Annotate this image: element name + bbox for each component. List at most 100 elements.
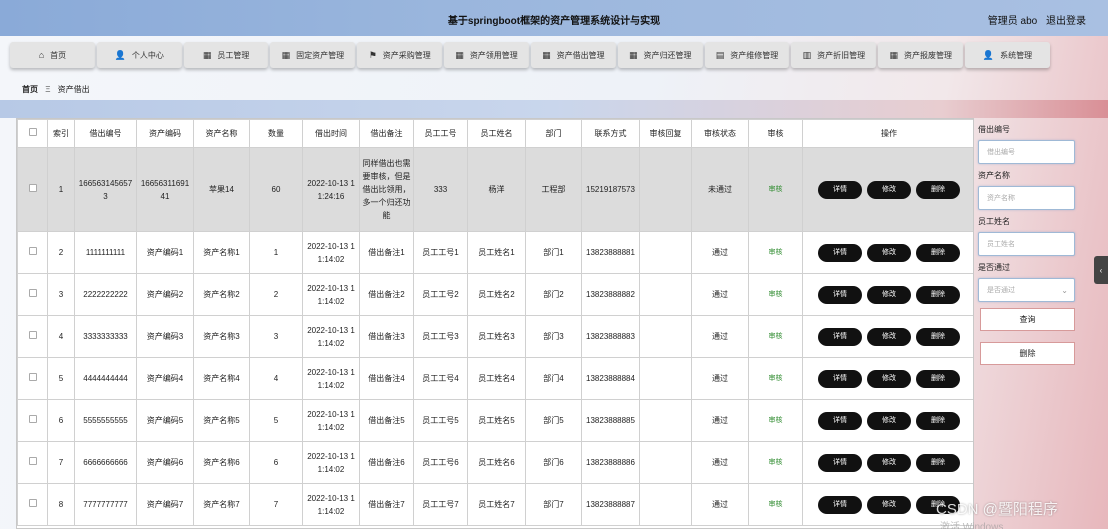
audit-link[interactable]: 审核: [748, 357, 803, 400]
table-row[interactable]: 8 7777777777 资产编码7 资产名称7 7 2022-10-13 11:14:0…: [17, 483, 973, 526]
edit-button[interactable]: 修改: [867, 411, 911, 430]
table-row[interactable]: 3 2222222222 资产编码2 资产名称2 2 2022-10-13 11:14:0…: [17, 273, 973, 316]
table-row[interactable]: 4 3333333333 资产编码3 资产名称3 3 2022-10-13 11:14:0…: [17, 315, 973, 358]
row-select-cell[interactable]: [17, 315, 48, 358]
nav-item-1[interactable]: 👤 个人中心: [96, 42, 182, 68]
cell-dept: 部门3: [525, 315, 582, 358]
edit-button[interactable]: 修改: [867, 369, 911, 388]
nav-item-label: 资产借出管理: [556, 50, 605, 60]
nav-item-label: 员工管理: [217, 50, 250, 60]
nav-item-8[interactable]: ▤ 资产维修管理: [704, 42, 790, 68]
select-all-cell[interactable]: [17, 119, 48, 148]
cell-index: 2: [47, 231, 75, 274]
row-select-cell[interactable]: [17, 483, 48, 526]
search-panel: 借出编号 借出编号 资产名称 资产名称 员工姓名 员工姓名 是否通过 是否通过 …: [978, 118, 1082, 529]
row-checkbox[interactable]: [28, 373, 37, 381]
nav-item-2[interactable]: ▦ 员工管理: [183, 42, 269, 68]
nav-item-label: 资产报废管理: [903, 50, 952, 60]
detail-button[interactable]: 详情: [818, 369, 862, 388]
nav-item-4[interactable]: ⚑ 资产采购管理: [357, 42, 443, 68]
nav-item-10[interactable]: ▦ 资产报废管理: [878, 42, 964, 68]
row-checkbox[interactable]: [28, 184, 37, 192]
detail-button[interactable]: 详情: [818, 495, 862, 514]
logout-link[interactable]: 退出登录: [1046, 16, 1086, 27]
edit-button[interactable]: 修改: [867, 327, 911, 346]
row-select-cell[interactable]: [17, 357, 48, 400]
column-header: 审核回复: [639, 119, 692, 148]
edit-button[interactable]: 修改: [867, 285, 911, 304]
nav-item-label: 资产采购管理: [382, 50, 431, 60]
cell-loan-no: 7777777777: [74, 483, 137, 526]
cell-index: 3: [47, 273, 75, 316]
breadcrumb-home[interactable]: 首页: [22, 85, 38, 94]
nav-item-3[interactable]: ▦ 固定资产管理: [270, 42, 356, 68]
cell-asset-code: 资产编码1: [136, 231, 194, 274]
select-all-checkbox[interactable]: [28, 128, 37, 136]
nav-item-5[interactable]: ▦ 资产领用管理: [444, 42, 529, 68]
delete-button[interactable]: 删除: [916, 327, 960, 346]
cell-qty: 4: [249, 357, 303, 400]
detail-button[interactable]: 详情: [818, 180, 862, 199]
batch-delete-button[interactable]: 删除: [980, 342, 1075, 365]
nav-item-9[interactable]: ▥ 资产折旧管理: [791, 42, 877, 68]
delete-button[interactable]: 删除: [916, 369, 960, 388]
asset-name-input[interactable]: 资产名称: [978, 186, 1075, 210]
row-checkbox[interactable]: [28, 457, 37, 465]
row-select-cell[interactable]: [17, 273, 48, 316]
row-checkbox[interactable]: [28, 415, 37, 423]
row-select-cell[interactable]: [17, 441, 48, 484]
table-row[interactable]: 6 5555555555 资产编码5 资产名称5 5 2022-10-13 11:14:0…: [17, 399, 973, 442]
edit-button[interactable]: 修改: [867, 243, 911, 262]
cell-phone: 13823888886: [581, 441, 640, 484]
row-checkbox[interactable]: [28, 499, 37, 507]
cell-loan-no: 1111111111: [74, 231, 137, 274]
nav-item-label: 个人中心: [131, 50, 164, 60]
edit-button[interactable]: 修改: [867, 180, 911, 199]
emp-name-input[interactable]: 员工姓名: [978, 232, 1075, 256]
delete-button[interactable]: 删除: [916, 243, 960, 262]
audit-link[interactable]: 审核: [748, 273, 803, 316]
cell-emp-no: 员工工号2: [413, 273, 468, 316]
cell-reply: [639, 231, 692, 274]
nav-item-0[interactable]: ⌂ 首页: [10, 42, 95, 68]
row-select-cell[interactable]: [17, 231, 48, 274]
table-row[interactable]: 2 1111111111 资产编码1 资产名称1 1 2022-10-13 11:14:0…: [17, 231, 973, 274]
table-row[interactable]: 1 1665631456573 1665631169141 苹果14 60 2022-10…: [17, 147, 973, 232]
query-button[interactable]: 查询: [980, 308, 1075, 331]
row-checkbox[interactable]: [28, 331, 37, 339]
edit-button[interactable]: 修改: [867, 453, 911, 472]
row-checkbox[interactable]: [28, 247, 37, 255]
cell-qty: 2: [249, 273, 303, 316]
detail-button[interactable]: 详情: [818, 327, 862, 346]
nav-item-11[interactable]: 👤 系统管理: [965, 42, 1050, 68]
detail-button[interactable]: 详情: [818, 285, 862, 304]
loan-no-input[interactable]: 借出编号: [978, 140, 1075, 164]
cell-dept: 部门4: [525, 357, 582, 400]
audit-link[interactable]: 审核: [748, 315, 803, 358]
audit-link[interactable]: 审核: [748, 147, 803, 232]
audit-link[interactable]: 审核: [748, 231, 803, 274]
collapse-handle-icon[interactable]: ‹: [1094, 256, 1108, 284]
cell-remark: 借出备注6: [359, 441, 414, 484]
row-checkbox[interactable]: [28, 289, 37, 297]
detail-button[interactable]: 详情: [818, 411, 862, 430]
nav-item-7[interactable]: ▦ 资产归还管理: [617, 42, 703, 68]
row-select-cell[interactable]: [17, 147, 48, 232]
breadcrumb-separator: Ξ: [45, 85, 51, 94]
delete-button[interactable]: 删除: [916, 180, 960, 199]
row-select-cell[interactable]: [17, 399, 48, 442]
nav-item-6[interactable]: ▦ 资产借出管理: [530, 42, 616, 68]
detail-button[interactable]: 详情: [818, 243, 862, 262]
detail-button[interactable]: 详情: [818, 453, 862, 472]
flag-icon: ⚑: [368, 49, 377, 60]
audit-link[interactable]: 审核: [748, 441, 803, 484]
table-row[interactable]: 7 6666666666 资产编码6 资产名称6 6 2022-10-13 11:14:0…: [17, 441, 973, 484]
table-row[interactable]: 5 4444444444 资产编码4 资产名称4 4 2022-10-13 11:14:0…: [17, 357, 973, 400]
audit-link[interactable]: 审核: [748, 399, 803, 442]
delete-button[interactable]: 删除: [916, 453, 960, 472]
delete-button[interactable]: 删除: [916, 285, 960, 304]
audit-link[interactable]: 审核: [748, 483, 803, 526]
delete-button[interactable]: 删除: [916, 411, 960, 430]
pass-select[interactable]: 是否通过 ⌄: [978, 278, 1075, 302]
edit-button[interactable]: 修改: [867, 495, 911, 514]
